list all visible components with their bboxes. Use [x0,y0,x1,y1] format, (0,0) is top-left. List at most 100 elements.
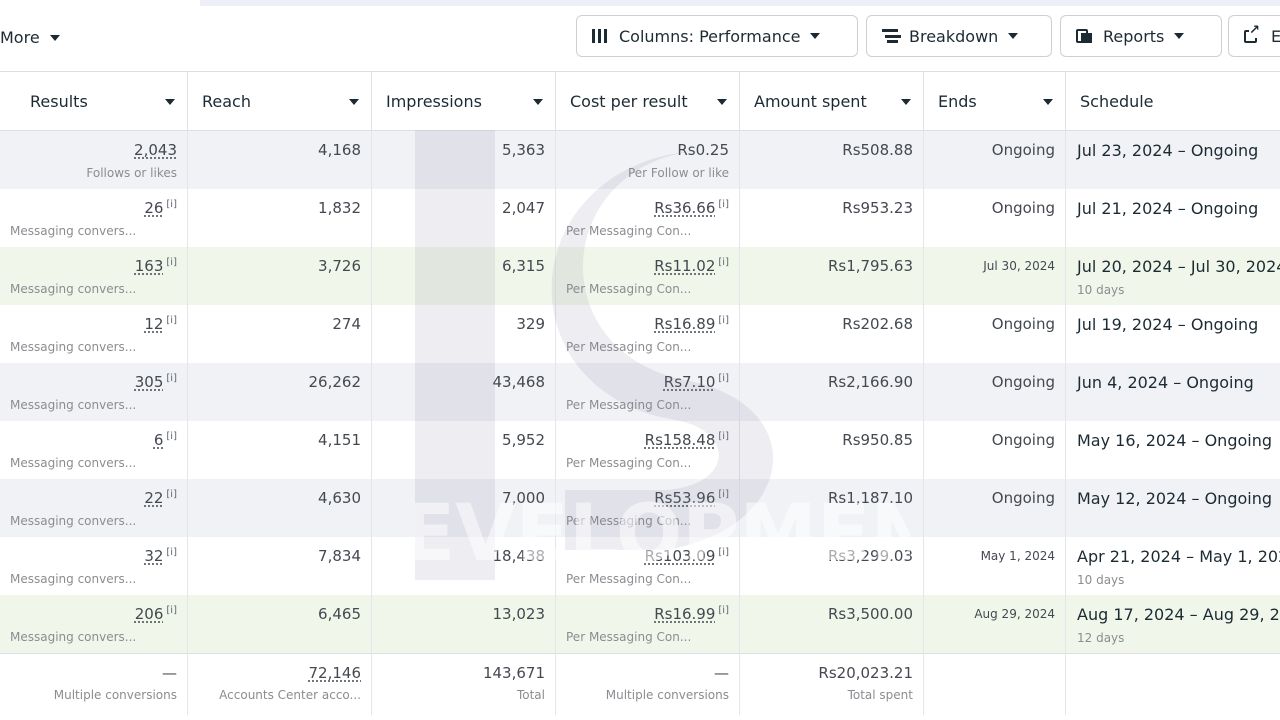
table-row[interactable]: 22 [i] Messaging convers... 4,630 7,000 Rs53.… [0,479,1280,537]
amount-spent-cell: Rs953.23 [740,189,924,247]
table-row[interactable]: 6 [i] Messaging convers... 4,151 5,952 Rs158.… [0,421,1280,479]
reach-cell: 1,832 [188,189,372,247]
column-header-label: Results [30,91,88,111]
impressions-value: 43,468 [492,373,546,391]
amount-spent-cell: Rs2,166.90 [740,363,924,421]
amount-spent-value: Rs202.68 [842,315,913,333]
amount-spent-cell: Rs1,187.10 [740,479,924,537]
cost-number: Rs16.99 [654,605,716,623]
export-button[interactable]: E [1228,15,1280,57]
sort-caret-icon [165,99,175,105]
totals-reach-cell: 72,146 Accounts Center acco... [188,654,372,715]
table-row[interactable]: 305 [i] Messaging convers... 26,262 43,468 Rs… [0,363,1280,421]
schedule-duration: 12 days [1077,631,1125,645]
table-header: Results Reach Impressions Cost per resul… [0,71,1280,131]
column-header-ends[interactable]: Ends [924,72,1066,130]
cost-number: Rs11.02 [654,257,716,275]
sort-caret-icon [349,99,359,105]
impressions-cell: 6,315 [372,247,556,305]
columns-icon [591,28,609,44]
amount-spent-cell: Rs3,299.03 [740,537,924,595]
results-value: 163 [i] [10,257,177,275]
column-header-schedule[interactable]: Schedule [1066,72,1280,130]
cost-subtext: Per Follow or like [627,166,729,180]
schedule-cell: Jul 20, 2024 – Jul 30, 2024 10 days [1066,247,1280,305]
impressions-value: 5,952 [502,431,545,449]
column-header-reach[interactable]: Reach [188,72,372,130]
schedule-cell: Aug 17, 2024 – Aug 29, 2024 12 days [1066,595,1280,653]
table-row[interactable]: 12 [i] Messaging convers... 274 329 Rs16.89 [i… [0,305,1280,363]
toolbar: More Columns: Performance Breakdown Repo… [0,6,1280,70]
ends-cell: Ongoing [924,131,1066,189]
schedule-cell: Jul 21, 2024 – Ongoing [1066,189,1280,247]
results-subtext: Messaging convers... [10,572,137,586]
impressions-cell: 18,438 [372,537,556,595]
cost-number: Rs0.25 [677,141,729,159]
table-row[interactable]: 32 [i] Messaging convers... 7,834 18,438 Rs10… [0,537,1280,595]
schedule-value: Jun 4, 2024 – Ongoing [1077,373,1254,392]
column-header-label: Schedule [1080,91,1154,111]
sort-caret-icon [717,99,727,105]
amount-spent-value: Rs3,500.00 [827,605,913,623]
results-value: 305 [i] [10,373,177,391]
totals-cost-cell: — Multiple conversions [556,654,740,715]
results-cell: 2,043 Follows or likes [0,131,188,189]
reports-button[interactable]: Reports [1060,15,1222,57]
amount-spent-value: Rs2,166.90 [827,373,913,391]
cost-subtext: Per Messaging Con... [566,456,692,470]
more-label: More [0,28,40,47]
info-flag-icon: [i] [718,431,729,442]
impressions-cell: 7,000 [372,479,556,537]
table-row[interactable]: 163 [i] Messaging convers... 3,726 6,315 Rs11… [0,247,1280,305]
schedule-value: Jul 19, 2024 – Ongoing [1077,315,1259,334]
cost-subtext: Per Messaging Con... [566,630,692,644]
schedule-duration: 10 days [1077,283,1125,297]
info-flag-icon: [i] [718,547,729,558]
results-number: 26 [144,199,164,217]
breakdown-button[interactable]: Breakdown [866,15,1052,57]
results-subtext: Messaging convers... [10,514,137,528]
schedule-value: Jul 20, 2024 – Jul 30, 2024 [1077,257,1280,276]
table-row[interactable]: 206 [i] Messaging convers... 6,465 13,023 Rs1… [0,595,1280,653]
columns-button[interactable]: Columns: Performance [576,15,858,57]
column-header-impressions[interactable]: Impressions [372,72,556,130]
cost-per-result-cell: Rs11.02 [i] Per Messaging Con... [556,247,740,305]
ends-cell: Aug 29, 2024 [924,595,1066,653]
results-number: 6 [153,431,164,449]
cost-number: Rs36.66 [654,199,716,217]
reach-value: 26,262 [308,373,362,391]
info-flag-icon: [i] [166,373,177,384]
column-header-label: Reach [202,91,251,111]
info-flag-icon: [i] [718,489,729,500]
reach-cell: 3,726 [188,247,372,305]
schedule-cell: May 12, 2024 – Ongoing [1066,479,1280,537]
schedule-cell: Jul 19, 2024 – Ongoing [1066,305,1280,363]
sort-caret-icon [901,99,911,105]
cost-number: Rs7.10 [663,373,716,391]
schedule-value: May 16, 2024 – Ongoing [1077,431,1273,450]
cost-value: Rs16.99 [i] [566,605,729,623]
column-header-results[interactable]: Results [0,72,188,130]
more-dropdown[interactable]: More [0,28,60,47]
cost-value: Rs11.02 [i] [566,257,729,275]
table-row[interactable]: 26 [i] Messaging convers... 1,832 2,047 Rs36.… [0,189,1280,247]
chevron-down-icon [1008,33,1019,39]
table-row[interactable]: 2,043 Follows or likes 4,168 5,363 Rs0.25 Per… [0,131,1280,189]
column-header-amount-spent[interactable]: Amount spent [740,72,924,130]
ends-value: May 1, 2024 [980,549,1055,563]
cost-subtext: Per Messaging Con... [566,572,692,586]
ends-value: Ongoing [991,315,1055,333]
results-cell: 22 [i] Messaging convers... [0,479,188,537]
cost-number: Rs103.09 [644,547,716,565]
amount-spent-cell: Rs950.85 [740,421,924,479]
info-flag-icon: [i] [166,257,177,268]
results-number: 22 [144,489,164,507]
results-cell: 206 [i] Messaging convers... [0,595,188,653]
columns-label: Columns: Performance [619,26,801,46]
info-flag-icon: [i] [718,257,729,268]
cost-subtext: Per Messaging Con... [566,340,692,354]
impressions-value: 6,315 [502,257,545,275]
results-cell: 163 [i] Messaging convers... [0,247,188,305]
column-header-cost-per-result[interactable]: Cost per result [556,72,740,130]
sort-caret-icon [1043,99,1053,105]
